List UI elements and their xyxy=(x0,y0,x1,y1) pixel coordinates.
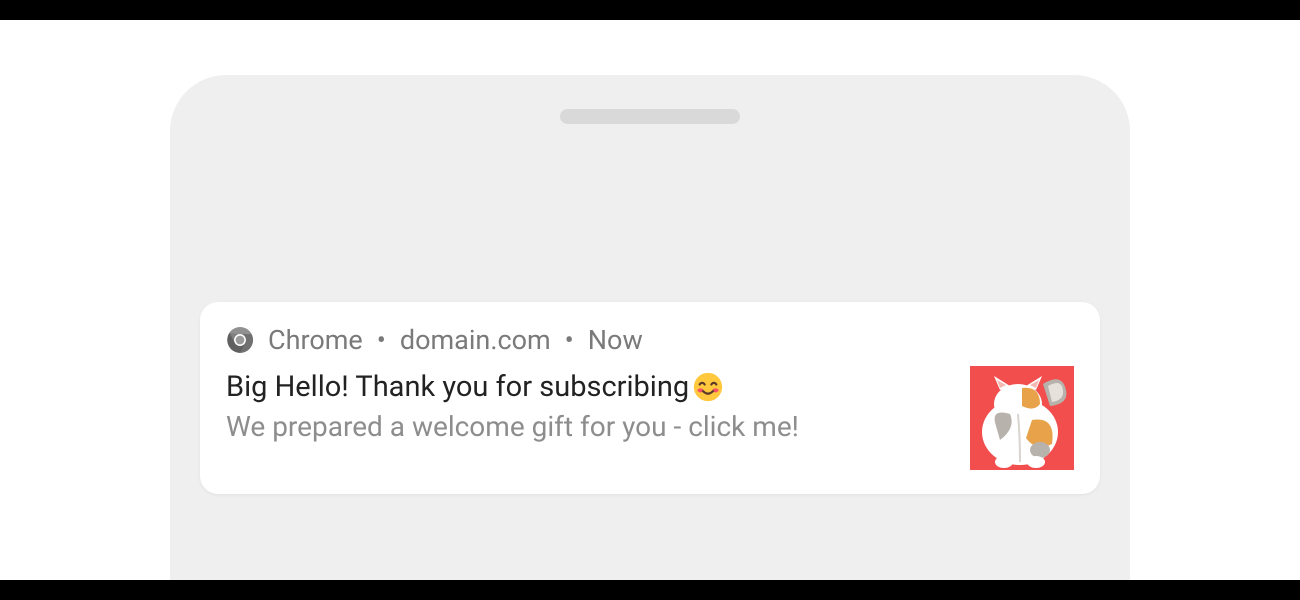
phone-speaker xyxy=(560,109,740,124)
notification-app: Chrome xyxy=(268,324,363,356)
notification-image xyxy=(970,366,1074,470)
blush-emoji-icon xyxy=(693,372,723,402)
notification-message: We prepared a welcome gift for you - cli… xyxy=(226,410,946,443)
stage: Chrome • domain.com • Now Big Hello! Tha… xyxy=(0,20,1300,580)
push-notification[interactable]: Chrome • domain.com • Now Big Hello! Tha… xyxy=(200,302,1100,494)
notification-header: Chrome • domain.com • Now xyxy=(226,324,1074,356)
separator-dot: • xyxy=(565,324,574,356)
notification-title-row: Big Hello! Thank you for subscribing xyxy=(226,370,946,404)
notification-text: Big Hello! Thank you for subscribing xyxy=(226,370,946,443)
notification-domain: domain.com xyxy=(400,324,551,356)
notification-time: Now xyxy=(588,324,643,356)
chrome-icon xyxy=(226,326,254,354)
notification-body: Big Hello! Thank you for subscribing xyxy=(226,370,1074,470)
separator-dot: • xyxy=(377,324,386,356)
notification-title: Big Hello! Thank you for subscribing xyxy=(226,370,689,404)
phone-mockup: Chrome • domain.com • Now Big Hello! Tha… xyxy=(170,75,1130,580)
